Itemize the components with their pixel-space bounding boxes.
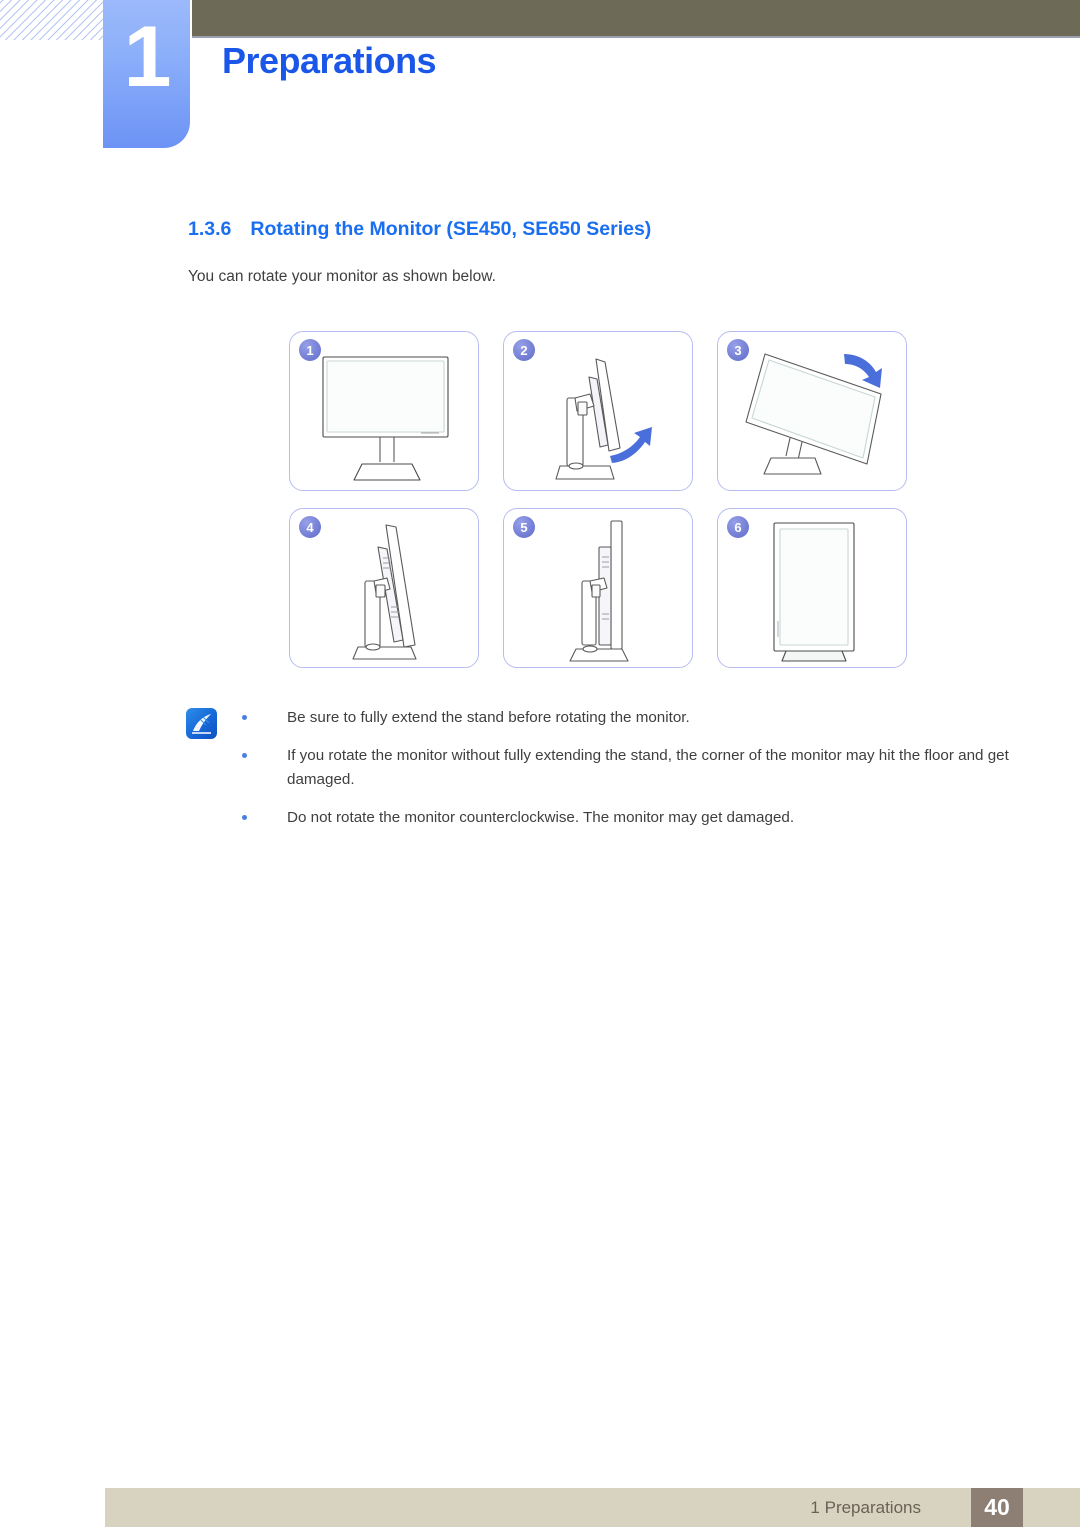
note-item: Be sure to fully extend the stand before… [242,706,1016,731]
page-header: 1 Preparations [0,0,1080,160]
illustration-panel-1: 1 [289,331,479,491]
monitor-front-landscape-icon [322,356,449,481]
illustration-panel-5: 5 [503,508,693,668]
hatch-pattern-decoration [0,0,108,40]
illustration-panel-4: 4 [289,508,479,668]
footer-page-number: 40 [971,1488,1023,1527]
monitor-front-portrait-icon [773,522,855,662]
illustration-row-bottom: 4 5 6 [289,508,909,668]
illustration-panel-6: 6 [717,508,907,668]
monitor-side-portrait-icon [569,520,629,662]
bullet-icon [242,814,247,820]
illustration-panel-3: 3 [717,331,907,491]
section-title: Rotating the Monitor (SE450, SE650 Serie… [250,218,652,240]
bullet-icon [242,752,247,758]
note-item: Do not rotate the monitor counterclockwi… [242,806,1016,831]
monitor-side-tilt-icon [555,358,652,480]
bullet-icon [242,715,247,720]
note-list: Be sure to fully extend the stand before… [242,706,1016,844]
page-footer: 1 Preparations 40 [105,1488,1080,1527]
chapter-title: Preparations [222,40,437,81]
note-item: If you rotate the monitor without fully … [242,744,1016,793]
section-intro-text: You can rotate your monitor as shown bel… [188,268,496,285]
header-olive-bar [192,0,1080,38]
section-heading: 1.3.6 Rotating the Monitor (SE450, SE650 … [188,218,651,241]
footer-chapter-label: 1 Preparations [810,1498,921,1517]
note-quill-icon [186,708,217,739]
section-number: 1.3.6 [188,218,232,240]
note-text: Be sure to fully extend the stand before… [287,709,690,726]
illustration-row-top: 1 2 3 [289,331,909,491]
illustration-grid: 1 2 3 4 5 6 [289,331,909,685]
chapter-number: 1 [123,9,172,105]
monitor-rotating-diagonal-icon [745,353,882,475]
monitor-side-rotated-icon [352,524,417,660]
note-text: If you rotate the monitor without fully … [287,746,1009,789]
chapter-tab: 1 [103,0,190,148]
illustration-panel-2: 2 [503,331,693,491]
note-text: Do not rotate the monitor counterclockwi… [287,808,795,826]
